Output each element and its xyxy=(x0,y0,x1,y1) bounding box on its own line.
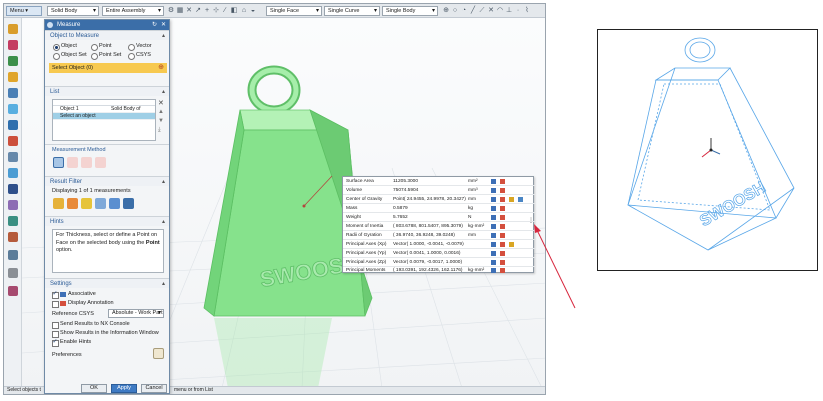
wireframe-model: SWOOSH xyxy=(627,37,795,251)
wireframe-text-swoosh: SWOOSH xyxy=(697,179,769,230)
callout-arrowhead xyxy=(534,224,541,233)
callout-line xyxy=(536,229,576,309)
csys-triad-icon xyxy=(701,138,721,158)
wireframe-view-panel: SWOOSH xyxy=(597,29,818,271)
